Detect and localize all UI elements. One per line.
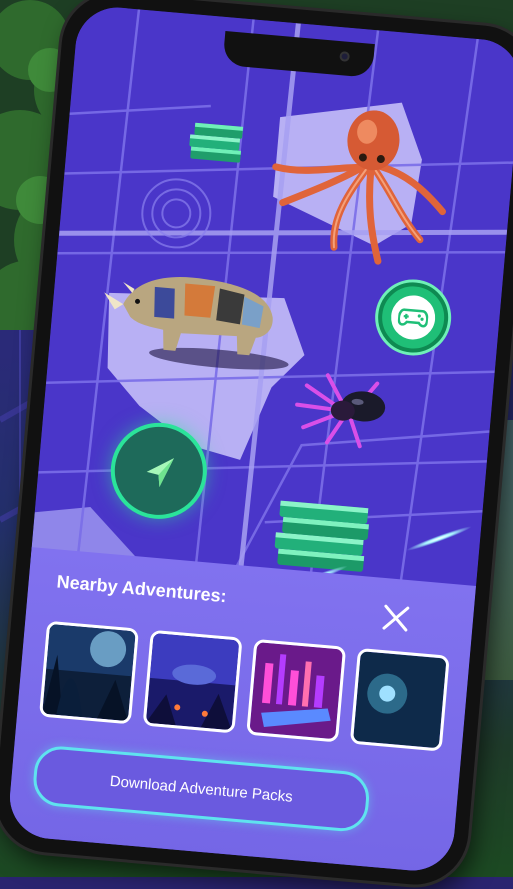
adventure-carousel[interactable] (38, 620, 485, 763)
books-collectible-small[interactable] (186, 114, 250, 167)
close-icon (382, 604, 410, 632)
octopus-creature[interactable] (258, 101, 461, 277)
nearby-adventures-panel: Nearby Adventures: Download Adventure Pa… (6, 547, 476, 874)
adventure-card-cave[interactable] (349, 647, 450, 752)
camera-icon (339, 51, 351, 62)
close-button[interactable] (377, 600, 414, 637)
adventure-card-forest[interactable] (38, 620, 139, 725)
spider-creature[interactable] (282, 364, 409, 454)
download-adventure-packs-button[interactable]: Download Adventure Packs (31, 744, 372, 834)
phone: Nearby Adventures: Download Adventure Pa… (0, 0, 513, 889)
adventure-card-neon-city[interactable] (246, 638, 347, 743)
adventure-card-underwater[interactable] (142, 629, 243, 734)
panel-title: Nearby Adventures: (55, 571, 228, 607)
navigation-arrow-icon (146, 458, 174, 487)
books-collectible-large[interactable] (271, 488, 378, 576)
app-screen: Nearby Adventures: Download Adventure Pa… (6, 4, 513, 874)
rhino-creature[interactable] (88, 252, 297, 379)
gamepad-icon (389, 293, 437, 342)
